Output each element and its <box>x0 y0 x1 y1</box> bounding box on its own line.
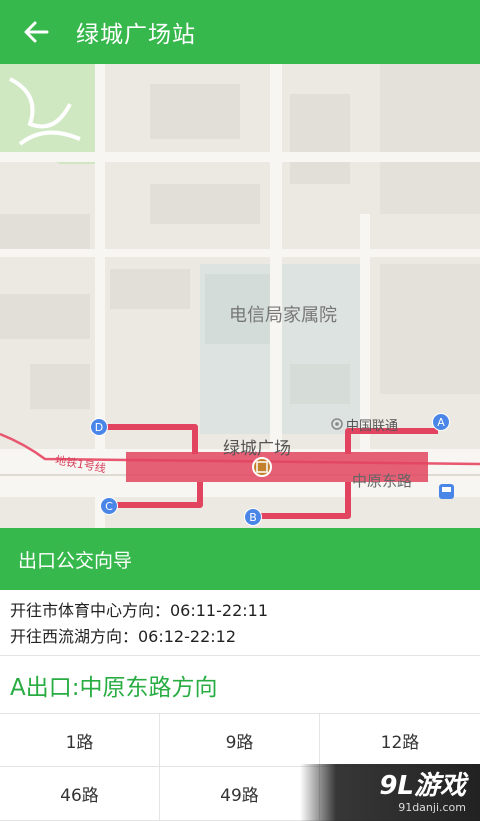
route-cell[interactable]: 12路 <box>320 714 480 767</box>
map-label-station: 绿城广场 <box>223 439 291 459</box>
schedule-item: 开往西流湖方向：06:12-22:12 <box>10 627 236 646</box>
watermark-logo: 9L游戏 91danji.com <box>300 764 480 821</box>
watermark-site: 91danji.com <box>398 800 466 814</box>
section-title: 出口公交向导 <box>18 549 133 572</box>
page-title: 绿城广场站 <box>76 22 196 48</box>
exit-marker-c[interactable]: C <box>100 497 118 515</box>
exit-marker-b[interactable]: B <box>244 508 262 526</box>
schedule-item: 开往市体育中心方向：06:11-22:11 <box>10 601 268 620</box>
exit-marker-a[interactable]: A <box>432 413 450 431</box>
route-cell[interactable]: 49路 <box>160 767 320 821</box>
section-header-bus-guide: 出口公交向导 <box>0 528 480 590</box>
app-bar: 绿城广场站 <box>0 0 480 64</box>
watermark-brand: 9L游戏 <box>379 770 466 801</box>
exit-title: A出口:中原东路方向 <box>0 656 480 714</box>
map-label-poi: 中国联通 <box>346 419 399 434</box>
route-cell[interactable]: 9路 <box>160 714 320 767</box>
schedule-list: 开往市体育中心方向：06:11-22:11 开往西流湖方向：06:12-22:1… <box>0 590 480 656</box>
exit-marker-d[interactable]: D <box>90 418 108 436</box>
back-button[interactable] <box>0 0 76 64</box>
station-map[interactable]: A B C D 电信局家属院 绿城广场 中国联通 中原东路 地铁1号线 <box>0 64 480 528</box>
map-label-road: 中原东路 <box>352 472 413 490</box>
arrow-left-icon <box>24 21 49 43</box>
route-cell[interactable]: 1路 <box>0 714 160 767</box>
map-label-compound: 电信局家属院 <box>229 305 337 326</box>
route-cell[interactable]: 46路 <box>0 767 160 821</box>
